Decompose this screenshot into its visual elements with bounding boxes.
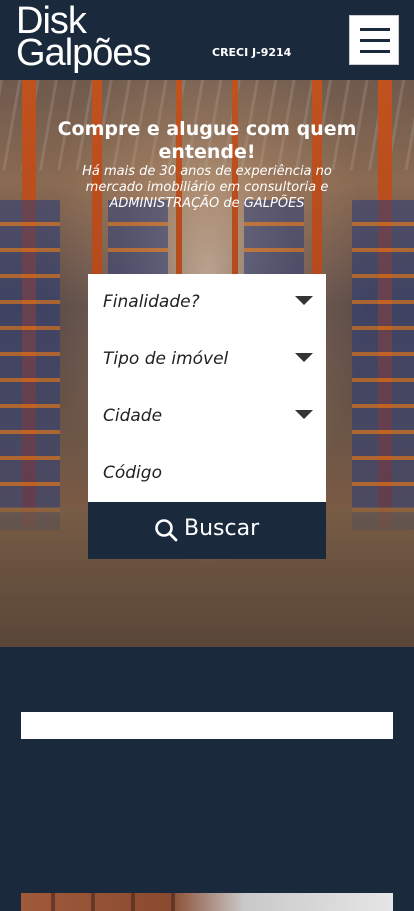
- content-bar: [21, 712, 393, 739]
- cidade-label: Cidade: [103, 406, 163, 426]
- logo-line-2: Galpões: [16, 32, 152, 74]
- menu-button[interactable]: [349, 15, 399, 65]
- search-form: Finalidade? Tipo de imóvel Cidade Código: [88, 274, 326, 502]
- thumbnail-detail: [51, 893, 55, 911]
- thumbnail-detail: [91, 893, 95, 911]
- chevron-down-icon: [295, 410, 313, 419]
- search-button-label: Buscar: [184, 516, 260, 541]
- tipo-imovel-select[interactable]: Tipo de imóvel: [88, 331, 326, 388]
- hamburger-icon: [360, 39, 390, 42]
- hero-subline: Há mais de 30 anos de experiência no mer…: [82, 164, 332, 211]
- hero-rack: [352, 200, 414, 530]
- chevron-down-icon: [295, 296, 313, 305]
- hamburger-icon: [360, 28, 390, 31]
- finalidade-select[interactable]: Finalidade?: [88, 274, 326, 331]
- property-thumbnail[interactable]: [21, 893, 393, 911]
- codigo-placeholder: Código: [103, 463, 162, 483]
- search-button[interactable]: Buscar: [88, 502, 326, 559]
- codigo-input[interactable]: Código: [88, 445, 326, 502]
- thumbnail-detail: [171, 893, 175, 911]
- hamburger-icon: [360, 50, 390, 53]
- site-header: Disk Galpões CRECI J-9214: [0, 0, 414, 80]
- finalidade-label: Finalidade?: [103, 292, 200, 312]
- hero-rack: [0, 200, 60, 530]
- search-icon: [155, 519, 178, 542]
- cidade-select[interactable]: Cidade: [88, 388, 326, 445]
- tipo-imovel-label: Tipo de imóvel: [103, 349, 229, 369]
- creci-license: CRECI J-9214: [212, 46, 292, 59]
- hero-headline: Compre e alugue com quem entende!: [57, 118, 357, 163]
- site-logo[interactable]: Disk Galpões: [16, 2, 152, 74]
- chevron-down-icon: [295, 353, 313, 362]
- thumbnail-detail: [131, 893, 135, 911]
